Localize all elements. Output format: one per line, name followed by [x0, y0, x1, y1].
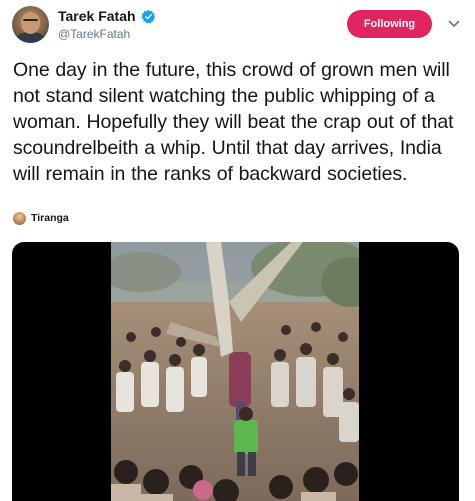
- avatar-face: [21, 12, 40, 34]
- avatar-glasses: [23, 19, 38, 23]
- source-attribution[interactable]: Tiranga: [13, 212, 69, 225]
- chevron-down-icon[interactable]: [448, 16, 460, 27]
- source-name[interactable]: Tiranga: [31, 212, 69, 225]
- author-display-name[interactable]: Tarek Fatah: [58, 8, 136, 25]
- following-button[interactable]: Following: [347, 10, 432, 38]
- verified-badge-icon: [140, 9, 156, 24]
- tweet-text: One day in the future, this crowd of gro…: [13, 59, 454, 185]
- author-avatar[interactable]: [12, 6, 49, 43]
- tweet-header: Tarek Fatah @TarekFatah Following: [0, 0, 475, 60]
- source-avatar-icon: [13, 212, 26, 225]
- author-name-row: Tarek Fatah: [58, 8, 156, 25]
- video-thumbnail[interactable]: [111, 242, 359, 501]
- author-handle[interactable]: @TarekFatah: [58, 27, 130, 42]
- video-player[interactable]: [12, 242, 459, 501]
